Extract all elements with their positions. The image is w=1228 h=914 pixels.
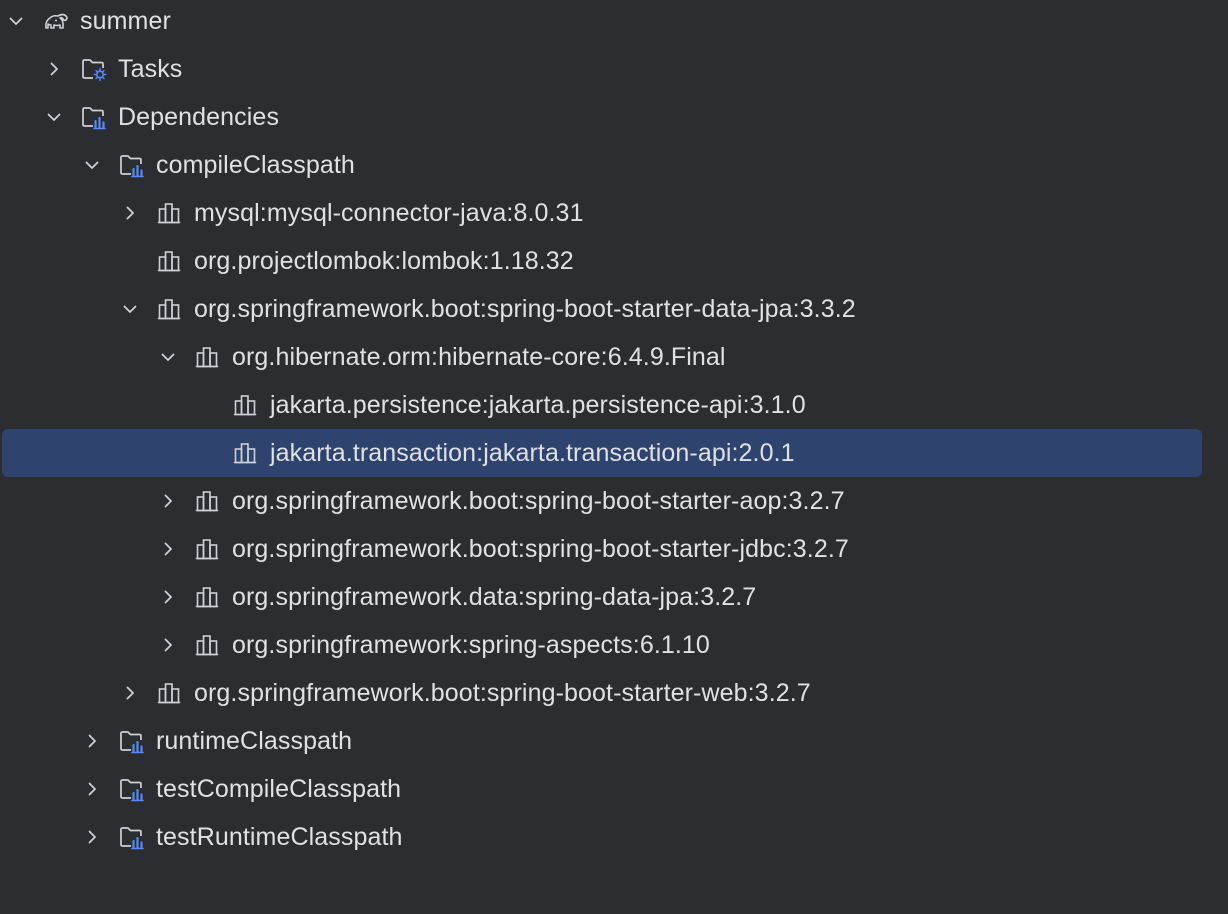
tree-row-org-projectlombok-lombok-1-18-32[interactable]: org.projectlombok:lombok:1.18.32: [0, 237, 1228, 285]
tree-row-label: testCompileClasspath: [156, 775, 402, 803]
tree-row-label: org.springframework.boot:spring-boot-sta…: [194, 679, 811, 707]
chevron-down-icon[interactable]: [6, 11, 26, 31]
tree-row-label: org.springframework.data:spring-data-jpa…: [232, 583, 757, 611]
dependencies-folder-icon: [80, 104, 108, 130]
chevron-right-icon[interactable]: [44, 59, 64, 79]
tree-row-org-springframework-boot-spring-boot-starter-data-jpa-3-3-2[interactable]: org.springframework.boot:spring-boot-sta…: [0, 285, 1228, 333]
tree-row-label: compileClasspath: [156, 151, 355, 179]
dependencies-folder-icon: [118, 824, 146, 850]
tree-row-jakarta-persistence-jakarta-persistence-api-3-1-0[interactable]: jakarta.persistence:jakarta.persistence-…: [0, 381, 1228, 429]
chevron-down-icon[interactable]: [158, 347, 178, 367]
tree-row-label: org.springframework.boot:spring-boot-sta…: [194, 295, 856, 323]
library-icon: [232, 392, 260, 418]
tree-row-org-springframework-boot-spring-boot-starter-web-3-2-7[interactable]: org.springframework.boot:spring-boot-sta…: [0, 669, 1228, 717]
tree-row-org-hibernate-orm-hibernate-core-6-4-9-final[interactable]: org.hibernate.orm:hibernate-core:6.4.9.F…: [0, 333, 1228, 381]
tasks-folder-icon: [80, 56, 108, 82]
tree-row-summer[interactable]: summer: [0, 0, 1228, 45]
dependencies-folder-icon: [118, 152, 146, 178]
chevron-right-icon[interactable]: [120, 203, 140, 223]
dependencies-folder-icon: [118, 728, 146, 754]
tree-row-testcompileclasspath[interactable]: testCompileClasspath: [0, 765, 1228, 813]
tree-row-label: jakarta.transaction:jakarta.transaction-…: [270, 439, 795, 467]
tree-row-label: jakarta.persistence:jakarta.persistence-…: [270, 391, 806, 419]
chevron-right-icon[interactable]: [158, 491, 178, 511]
chevron-right-icon[interactable]: [82, 827, 102, 847]
library-icon: [194, 632, 222, 658]
tree-row-label: summer: [80, 7, 171, 35]
tree-row-compileclasspath[interactable]: compileClasspath: [0, 141, 1228, 189]
tree-row-label: org.hibernate.orm:hibernate-core:6.4.9.F…: [232, 343, 726, 371]
library-icon: [194, 584, 222, 610]
library-icon: [194, 488, 222, 514]
library-icon: [156, 200, 184, 226]
chevron-right-icon[interactable]: [82, 779, 102, 799]
tree-row-label: org.springframework:spring-aspects:6.1.1…: [232, 631, 710, 659]
chevron-down-icon[interactable]: [82, 155, 102, 175]
library-icon: [194, 344, 222, 370]
tree-row-runtimeclasspath[interactable]: runtimeClasspath: [0, 717, 1228, 765]
tree-row-mysql-mysql-connector-java-8-0-31[interactable]: mysql:mysql-connector-java:8.0.31: [0, 189, 1228, 237]
tree-row-label: org.springframework.boot:spring-boot-sta…: [232, 535, 849, 563]
chevron-down-icon[interactable]: [120, 299, 140, 319]
library-icon: [194, 536, 222, 562]
tree-row-testruntimeclasspath[interactable]: testRuntimeClasspath: [0, 813, 1228, 861]
chevron-right-icon[interactable]: [82, 731, 102, 751]
chevron-down-icon[interactable]: [44, 107, 64, 127]
tree-row-tasks[interactable]: Tasks: [0, 45, 1228, 93]
tree-row-org-springframework-boot-spring-boot-starter-aop-3-2-7[interactable]: org.springframework.boot:spring-boot-sta…: [0, 477, 1228, 525]
tree-row-label: mysql:mysql-connector-java:8.0.31: [194, 199, 584, 227]
library-icon: [156, 296, 184, 322]
chevron-right-icon[interactable]: [120, 683, 140, 703]
library-icon: [232, 440, 260, 466]
tree-row-org-springframework-boot-spring-boot-starter-jdbc-3-2-7[interactable]: org.springframework.boot:spring-boot-sta…: [0, 525, 1228, 573]
tree-row-label: testRuntimeClasspath: [156, 823, 403, 851]
gradle-elephant-icon: [42, 8, 70, 34]
tree-row-label: org.springframework.boot:spring-boot-sta…: [232, 487, 845, 515]
chevron-right-icon[interactable]: [158, 539, 178, 559]
tree-row-label: runtimeClasspath: [156, 727, 353, 755]
tree-row-jakarta-transaction-jakarta-transaction-api-2-0-1[interactable]: jakarta.transaction:jakarta.transaction-…: [0, 429, 1228, 477]
chevron-right-icon[interactable]: [158, 635, 178, 655]
tree-row-org-springframework-data-spring-data-jpa-3-2-7[interactable]: org.springframework.data:spring-data-jpa…: [0, 573, 1228, 621]
tree-row-label: org.projectlombok:lombok:1.18.32: [194, 247, 574, 275]
tree-row-label: Dependencies: [118, 103, 280, 131]
tree-row-dependencies[interactable]: Dependencies: [0, 93, 1228, 141]
library-icon: [156, 680, 184, 706]
library-icon: [156, 248, 184, 274]
tree-row-org-springframework-spring-aspects-6-1-10[interactable]: org.springframework:spring-aspects:6.1.1…: [0, 621, 1228, 669]
tree-row-label: Tasks: [118, 55, 183, 83]
dependencies-folder-icon: [118, 776, 146, 802]
chevron-right-icon[interactable]: [158, 587, 178, 607]
